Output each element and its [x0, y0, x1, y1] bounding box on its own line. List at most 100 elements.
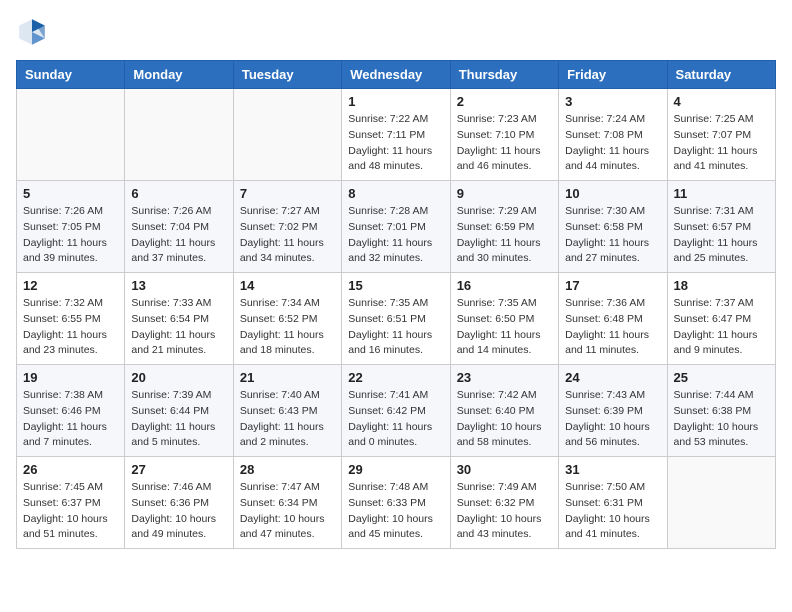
day-info: Sunrise: 7:26 AMSunset: 7:05 PMDaylight:… [23, 204, 118, 267]
day-info: Sunrise: 7:41 AMSunset: 6:42 PMDaylight:… [348, 388, 443, 451]
day-number: 8 [348, 186, 443, 201]
calendar-cell: 22 Sunrise: 7:41 AMSunset: 6:42 PMDayligh… [342, 365, 450, 457]
calendar-cell: 18 Sunrise: 7:37 AMSunset: 6:47 PMDayligh… [667, 273, 775, 365]
day-info: Sunrise: 7:27 AMSunset: 7:02 PMDaylight:… [240, 204, 335, 267]
day-number: 31 [565, 462, 660, 477]
day-number: 30 [457, 462, 552, 477]
calendar-cell: 26 Sunrise: 7:45 AMSunset: 6:37 PMDayligh… [17, 457, 125, 549]
day-info: Sunrise: 7:24 AMSunset: 7:08 PMDaylight:… [565, 112, 660, 175]
day-number: 20 [131, 370, 226, 385]
calendar-cell: 29 Sunrise: 7:48 AMSunset: 6:33 PMDayligh… [342, 457, 450, 549]
calendar-cell: 5 Sunrise: 7:26 AMSunset: 7:05 PMDaylight… [17, 181, 125, 273]
calendar-cell: 10 Sunrise: 7:30 AMSunset: 6:58 PMDayligh… [559, 181, 667, 273]
page-header [16, 16, 776, 48]
day-number: 2 [457, 94, 552, 109]
day-number: 17 [565, 278, 660, 293]
calendar-header-row: SundayMondayTuesdayWednesdayThursdayFrid… [17, 61, 776, 89]
day-number: 23 [457, 370, 552, 385]
calendar-week-3: 12 Sunrise: 7:32 AMSunset: 6:55 PMDayligh… [17, 273, 776, 365]
calendar-cell [17, 89, 125, 181]
calendar-cell: 28 Sunrise: 7:47 AMSunset: 6:34 PMDayligh… [233, 457, 341, 549]
day-number: 12 [23, 278, 118, 293]
day-number: 6 [131, 186, 226, 201]
day-number: 7 [240, 186, 335, 201]
day-info: Sunrise: 7:31 AMSunset: 6:57 PMDaylight:… [674, 204, 769, 267]
day-header-monday: Monday [125, 61, 233, 89]
day-number: 14 [240, 278, 335, 293]
day-number: 22 [348, 370, 443, 385]
day-number: 26 [23, 462, 118, 477]
day-info: Sunrise: 7:36 AMSunset: 6:48 PMDaylight:… [565, 296, 660, 359]
calendar-cell: 2 Sunrise: 7:23 AMSunset: 7:10 PMDaylight… [450, 89, 558, 181]
day-number: 29 [348, 462, 443, 477]
calendar-cell: 25Sunrise: 7:44 AMSunset: 6:38 PMDayligh… [667, 365, 775, 457]
calendar-cell: 31 Sunrise: 7:50 AMSunset: 6:31 PMDayligh… [559, 457, 667, 549]
day-info: Sunrise: 7:49 AMSunset: 6:32 PMDaylight:… [457, 480, 552, 543]
day-info: Sunrise: 7:45 AMSunset: 6:37 PMDaylight:… [23, 480, 118, 543]
day-info: Sunrise: 7:37 AMSunset: 6:47 PMDaylight:… [674, 296, 769, 359]
day-info: Sunrise: 7:48 AMSunset: 6:33 PMDaylight:… [348, 480, 443, 543]
day-info: Sunrise: 7:43 AMSunset: 6:39 PMDaylight:… [565, 388, 660, 451]
calendar-cell: 17 Sunrise: 7:36 AMSunset: 6:48 PMDayligh… [559, 273, 667, 365]
calendar-cell: 20 Sunrise: 7:39 AMSunset: 6:44 PMDayligh… [125, 365, 233, 457]
day-info: Sunrise: 7:30 AMSunset: 6:58 PMDaylight:… [565, 204, 660, 267]
day-number: 28 [240, 462, 335, 477]
day-info: Sunrise: 7:47 AMSunset: 6:34 PMDaylight:… [240, 480, 335, 543]
day-number: 16 [457, 278, 552, 293]
day-info: Sunrise: 7:23 AMSunset: 7:10 PMDaylight:… [457, 112, 552, 175]
day-info: Sunrise: 7:35 AMSunset: 6:51 PMDaylight:… [348, 296, 443, 359]
day-info: Sunrise: 7:46 AMSunset: 6:36 PMDaylight:… [131, 480, 226, 543]
calendar-cell: 3 Sunrise: 7:24 AMSunset: 7:08 PMDaylight… [559, 89, 667, 181]
calendar-cell: 19 Sunrise: 7:38 AMSunset: 6:46 PMDayligh… [17, 365, 125, 457]
calendar-cell: 4Sunrise: 7:25 AMSunset: 7:07 PMDaylight… [667, 89, 775, 181]
calendar-week-2: 5 Sunrise: 7:26 AMSunset: 7:05 PMDaylight… [17, 181, 776, 273]
day-info: Sunrise: 7:32 AMSunset: 6:55 PMDaylight:… [23, 296, 118, 359]
calendar-cell: 15 Sunrise: 7:35 AMSunset: 6:51 PMDayligh… [342, 273, 450, 365]
day-info: Sunrise: 7:28 AMSunset: 7:01 PMDaylight:… [348, 204, 443, 267]
calendar-cell: 23Sunrise: 7:42 AMSunset: 6:40 PMDayligh… [450, 365, 558, 457]
calendar-cell: 13 Sunrise: 7:33 AMSunset: 6:54 PMDayligh… [125, 273, 233, 365]
day-info: Sunrise: 7:44 AMSunset: 6:38 PMDaylight:… [674, 388, 769, 451]
day-number: 11 [674, 186, 769, 201]
calendar-cell [667, 457, 775, 549]
day-info: Sunrise: 7:33 AMSunset: 6:54 PMDaylight:… [131, 296, 226, 359]
day-header-thursday: Thursday [450, 61, 558, 89]
day-info: Sunrise: 7:25 AMSunset: 7:07 PMDaylight:… [674, 112, 769, 175]
calendar-cell: 27 Sunrise: 7:46 AMSunset: 6:36 PMDayligh… [125, 457, 233, 549]
calendar-cell: 21 Sunrise: 7:40 AMSunset: 6:43 PMDayligh… [233, 365, 341, 457]
day-header-tuesday: Tuesday [233, 61, 341, 89]
calendar-week-1: 1 Sunrise: 7:22 AMSunset: 7:11 PMDaylight… [17, 89, 776, 181]
calendar-cell: 7 Sunrise: 7:27 AMSunset: 7:02 PMDaylight… [233, 181, 341, 273]
calendar-cell: 11 Sunrise: 7:31 AMSunset: 6:57 PMDayligh… [667, 181, 775, 273]
day-number: 10 [565, 186, 660, 201]
day-header-sunday: Sunday [17, 61, 125, 89]
day-number: 21 [240, 370, 335, 385]
day-number: 1 [348, 94, 443, 109]
calendar-week-4: 19 Sunrise: 7:38 AMSunset: 6:46 PMDayligh… [17, 365, 776, 457]
day-info: Sunrise: 7:50 AMSunset: 6:31 PMDaylight:… [565, 480, 660, 543]
calendar-cell [233, 89, 341, 181]
day-number: 27 [131, 462, 226, 477]
calendar-cell [125, 89, 233, 181]
day-number: 5 [23, 186, 118, 201]
day-info: Sunrise: 7:35 AMSunset: 6:50 PMDaylight:… [457, 296, 552, 359]
day-number: 13 [131, 278, 226, 293]
day-info: Sunrise: 7:22 AMSunset: 7:11 PMDaylight:… [348, 112, 443, 175]
day-info: Sunrise: 7:39 AMSunset: 6:44 PMDaylight:… [131, 388, 226, 451]
logo-icon [16, 16, 48, 48]
day-number: 18 [674, 278, 769, 293]
calendar-cell: 16 Sunrise: 7:35 AMSunset: 6:50 PMDayligh… [450, 273, 558, 365]
calendar-cell: 1 Sunrise: 7:22 AMSunset: 7:11 PMDaylight… [342, 89, 450, 181]
day-number: 19 [23, 370, 118, 385]
calendar-cell: 12 Sunrise: 7:32 AMSunset: 6:55 PMDayligh… [17, 273, 125, 365]
calendar: SundayMondayTuesdayWednesdayThursdayFrid… [16, 60, 776, 549]
logo [16, 16, 52, 48]
day-info: Sunrise: 7:38 AMSunset: 6:46 PMDaylight:… [23, 388, 118, 451]
day-number: 15 [348, 278, 443, 293]
day-number: 9 [457, 186, 552, 201]
day-info: Sunrise: 7:29 AMSunset: 6:59 PMDaylight:… [457, 204, 552, 267]
day-number: 3 [565, 94, 660, 109]
calendar-cell: 14Sunrise: 7:34 AMSunset: 6:52 PMDayligh… [233, 273, 341, 365]
day-info: Sunrise: 7:40 AMSunset: 6:43 PMDaylight:… [240, 388, 335, 451]
day-header-saturday: Saturday [667, 61, 775, 89]
